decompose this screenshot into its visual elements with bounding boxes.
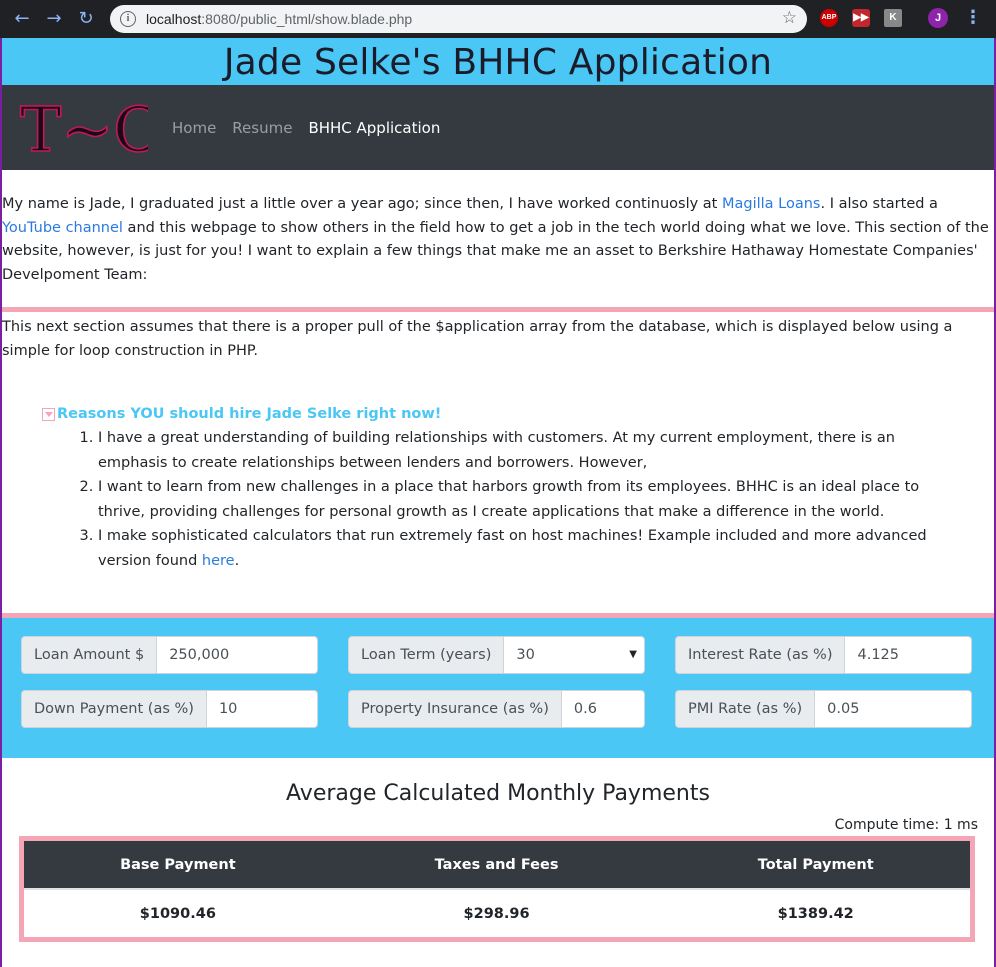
reasons-list: I have a great understanding of building… [98, 426, 938, 573]
disclosure-triangle-icon[interactable] [42, 407, 55, 421]
pmi-rate-input[interactable]: 0.05 [815, 690, 972, 728]
header-total-payment: Total Payment [661, 841, 970, 889]
browser-toolbar: ← → ↻ i localhost:8080/public_html/show.… [0, 0, 996, 38]
url-path: :8080/public_html/show.blade.php [201, 11, 413, 27]
intro-paragraph: My name is Jade, I graduated just a litt… [2, 191, 994, 287]
forward-arrow-icon[interactable]: → [42, 7, 66, 31]
loan-amount-group: Loan Amount $ 250,000 [21, 636, 318, 674]
reload-icon[interactable]: ↻ [74, 7, 98, 31]
reasons-summary-text: Reasons YOU should hire Jade Selke right… [57, 406, 442, 422]
total-payment-value: $1389.42 [661, 888, 970, 937]
interest-rate-label: Interest Rate (as %) [675, 636, 846, 674]
mortgage-calculator: Loan Amount $ 250,000 Loan Term (years) … [2, 618, 994, 758]
intro-text-1: My name is Jade, I graduated just a litt… [2, 196, 722, 212]
loan-term-label: Loan Term (years) [348, 636, 505, 674]
results-title: Average Calculated Monthly Payments [286, 781, 710, 806]
profile-avatar[interactable]: J [928, 8, 948, 28]
interest-rate-input[interactable]: 4.125 [845, 636, 972, 674]
loan-term-select[interactable]: 30 ▼ [504, 636, 645, 674]
list-item-end: . [234, 552, 240, 569]
nav-home[interactable]: Home [172, 119, 216, 137]
adblock-extension-icon[interactable]: ABP [820, 9, 838, 27]
pmi-rate-group: PMI Rate (as %) 0.05 [675, 690, 972, 728]
youtube-channel-link[interactable]: YouTube channel [2, 220, 123, 236]
reasons-details: Reasons YOU should hire Jade Selke right… [42, 406, 994, 573]
url-text[interactable]: localhost:8080/public_html/show.blade.ph… [146, 11, 412, 27]
nav-links: Home Resume BHHC Application [172, 119, 456, 137]
media-extension-icon[interactable]: ▶▶ [852, 9, 870, 27]
page-content: Jade Selke's BHHC Application T~C Home R… [0, 38, 996, 967]
base-payment-value: $1090.46 [24, 888, 332, 937]
advanced-calculator-link[interactable]: here [202, 553, 235, 569]
nav-bhhc-application[interactable]: BHHC Application [308, 119, 440, 137]
reasons-summary[interactable]: Reasons YOU should hire Jade Selke right… [42, 406, 994, 422]
loan-amount-input[interactable]: 250,000 [157, 636, 318, 674]
logo-text: T~C [20, 95, 148, 161]
assumption-paragraph: This next section assumes that there is … [2, 319, 953, 359]
header-taxes-fees: Taxes and Fees [331, 841, 662, 889]
property-insurance-group: Property Insurance (as %) 0.6 [348, 690, 645, 728]
pmi-rate-label: PMI Rate (as %) [675, 690, 816, 728]
navbar: T~C Home Resume BHHC Application [2, 85, 994, 170]
dropdown-caret-icon: ▼ [629, 649, 637, 660]
table-row: $1090.46 $298.96 $1389.42 [24, 888, 970, 937]
table-header-row: Base Payment Taxes and Fees Total Paymen… [24, 841, 970, 889]
list-item: I have a great understanding of building… [98, 426, 938, 475]
info-icon[interactable]: i [120, 11, 136, 27]
taxes-fees-value: $298.96 [331, 888, 662, 937]
intro-text-2: . I also started a [820, 196, 938, 212]
list-item: I make sophisticated calculators that ru… [98, 524, 938, 573]
down-payment-input[interactable]: 10 [206, 690, 318, 728]
list-item: I want to learn from new challenges in a… [98, 475, 938, 524]
property-insurance-label: Property Insurance (as %) [348, 690, 562, 728]
nav-resume[interactable]: Resume [232, 119, 292, 137]
compute-time: Compute time: 1 ms [834, 817, 978, 833]
interest-rate-group: Interest Rate (as %) 4.125 [675, 636, 972, 674]
page-title: Jade Selke's BHHC Application [223, 42, 773, 83]
back-arrow-icon[interactable]: ← [10, 7, 34, 31]
bookmark-star-icon[interactable]: ☆ [782, 8, 797, 28]
down-payment-label: Down Payment (as %) [21, 690, 207, 728]
results-box: Base Payment Taxes and Fees Total Paymen… [19, 836, 975, 942]
extension-icon[interactable]: K [884, 9, 902, 27]
intro-text-3: and this webpage to show others in the f… [2, 219, 989, 283]
loan-term-group: Loan Term (years) 30 ▼ [348, 636, 645, 674]
browser-menu-icon[interactable]: ⋮ [964, 8, 982, 28]
header-base-payment: Base Payment [24, 841, 332, 889]
down-payment-group: Down Payment (as %) 10 [21, 690, 318, 728]
loan-amount-label: Loan Amount $ [21, 636, 158, 674]
address-bar[interactable]: i localhost:8080/public_html/show.blade.… [110, 5, 807, 33]
title-banner: Jade Selke's BHHC Application [2, 38, 994, 85]
loan-term-value: 30 [516, 647, 535, 663]
property-insurance-input[interactable]: 0.6 [561, 690, 645, 728]
site-logo[interactable]: T~C [18, 92, 161, 167]
magilla-loans-link[interactable]: Magilla Loans [722, 196, 821, 212]
url-host: localhost [146, 11, 202, 27]
results-table: Base Payment Taxes and Fees Total Paymen… [24, 841, 970, 937]
